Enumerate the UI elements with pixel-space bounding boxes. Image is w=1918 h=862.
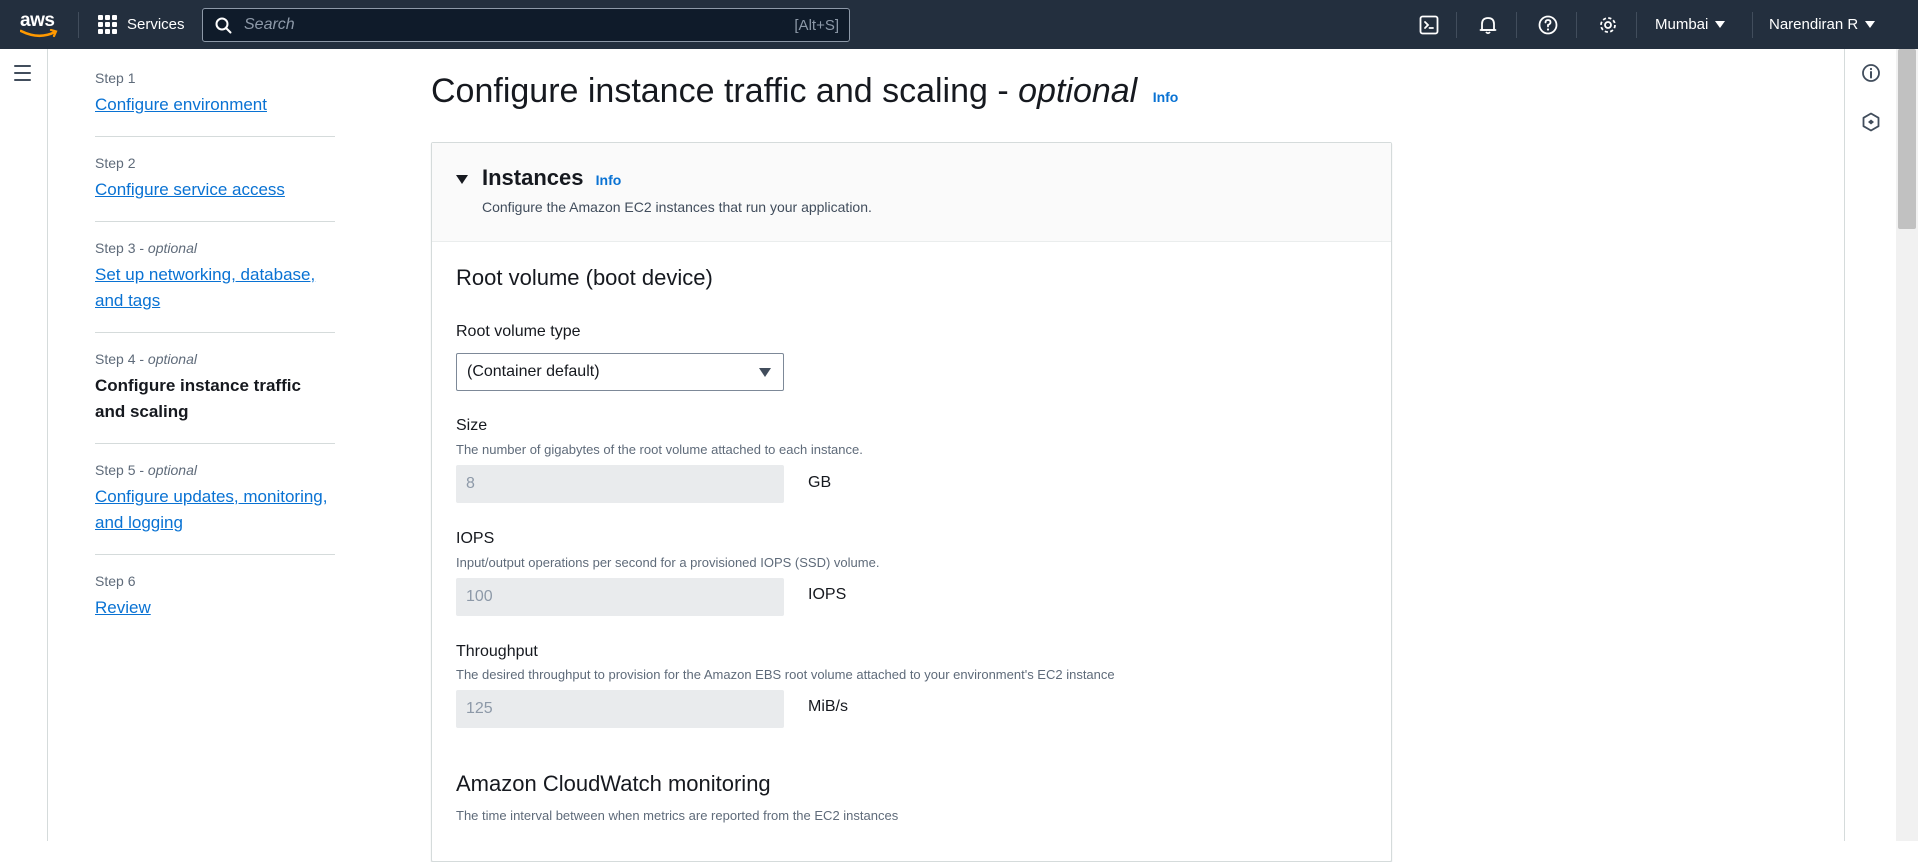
region-selector[interactable]: Mumbai xyxy=(1655,0,1726,49)
instances-panel-header[interactable]: Instances Info Configure the Amazon EC2 … xyxy=(432,143,1391,242)
account-menu[interactable]: Narendiran R xyxy=(1769,0,1876,49)
right-tools-rail xyxy=(1844,49,1897,841)
services-menu-button[interactable]: Services xyxy=(98,0,185,49)
left-rail xyxy=(0,49,48,841)
size-unit: GB xyxy=(808,474,832,491)
size-input[interactable] xyxy=(456,465,784,503)
root-volume-type-select[interactable]: (Container default) xyxy=(456,353,784,391)
size-label: Size xyxy=(456,417,488,434)
step-link-review[interactable]: Review xyxy=(95,595,335,621)
services-grid-icon xyxy=(98,15,117,34)
services-label: Services xyxy=(127,16,185,33)
throughput-label: Throughput xyxy=(456,643,538,660)
top-navigation: aws Services [Alt+S] xyxy=(0,0,1918,49)
info-panel-icon[interactable] xyxy=(1861,63,1881,83)
caret-down-icon xyxy=(1715,21,1726,28)
step-label: Step 3 - optional xyxy=(95,240,197,256)
step-link-updates-monitoring-logging[interactable]: Configure updates, monitoring, and loggi… xyxy=(95,484,335,536)
page-title: Configure instance traffic and scaling -… xyxy=(431,72,1179,110)
wizard-step: Step 1 Configure environment xyxy=(95,70,335,137)
expand-caret-icon[interactable] xyxy=(456,175,468,184)
nav-divider xyxy=(1752,12,1753,38)
wizard-step: Step 3 - optional Set up networking, dat… xyxy=(95,240,335,333)
help-icon[interactable] xyxy=(1535,12,1561,38)
root-volume-type-label: Root volume type xyxy=(456,323,581,340)
aws-logo[interactable]: aws xyxy=(20,10,60,40)
throughput-unit: MiB/s xyxy=(808,698,848,715)
throughput-input[interactable] xyxy=(456,690,784,728)
wizard-step: Step 5 - optional Configure updates, mon… xyxy=(95,462,335,555)
wizard-steps: Step 1 Configure environment Step 2 Conf… xyxy=(95,70,335,657)
step-label: Step 6 xyxy=(95,573,136,589)
search-shortcut-hint: [Alt+S] xyxy=(794,16,839,34)
wizard-step: Step 2 Configure service access xyxy=(95,155,335,222)
search-input[interactable] xyxy=(242,15,795,35)
wizard-step: Step 6 Review xyxy=(95,573,335,639)
caret-down-icon xyxy=(759,367,771,377)
search-icon xyxy=(215,17,232,33)
step-label: Step 2 xyxy=(95,155,136,171)
step-link-configure-environment[interactable]: Configure environment xyxy=(95,92,335,118)
wizard-step: Step 4 - optional Configure instance tra… xyxy=(95,351,335,444)
iops-description: Input/output operations per second for a… xyxy=(456,555,880,570)
tutorial-hexagon-icon[interactable] xyxy=(1861,112,1881,132)
nav-divider xyxy=(1456,12,1457,38)
page-info-link[interactable]: Info xyxy=(1153,89,1179,105)
cloudshell-icon[interactable] xyxy=(1416,12,1442,38)
menu-hamburger-icon[interactable] xyxy=(14,65,31,86)
step-link-configure-service-access[interactable]: Configure service access xyxy=(95,177,335,203)
iops-label: IOPS xyxy=(456,530,495,547)
nav-divider xyxy=(1636,12,1637,38)
iops-unit: IOPS xyxy=(808,586,847,603)
instances-description: Configure the Amazon EC2 instances that … xyxy=(482,199,872,215)
aws-logo-text: aws xyxy=(20,10,55,31)
settings-gear-icon[interactable] xyxy=(1595,12,1621,38)
iops-input[interactable] xyxy=(456,578,784,616)
region-label: Mumbai xyxy=(1655,16,1709,33)
nav-divider xyxy=(1516,12,1517,38)
instances-title[interactable]: Instances Info xyxy=(482,165,621,191)
root-volume-heading: Root volume (boot device) xyxy=(456,265,713,290)
nav-divider xyxy=(1576,12,1577,38)
aws-smile-icon xyxy=(20,29,58,38)
step-label: Step 1 xyxy=(95,70,136,86)
step-label: Step 4 - optional xyxy=(95,351,197,367)
search-bar[interactable]: [Alt+S] xyxy=(202,8,850,42)
instances-panel: Instances Info Configure the Amazon EC2 … xyxy=(431,142,1392,862)
root-volume-type-value: (Container default) xyxy=(467,363,600,380)
throughput-description: The desired throughput to provision for … xyxy=(456,667,1115,682)
step-current-instance-traffic-scaling: Configure instance traffic and scaling xyxy=(95,376,301,421)
size-description: The number of gigabytes of the root volu… xyxy=(456,442,863,457)
instances-info-link[interactable]: Info xyxy=(596,172,622,188)
cloudwatch-description: The time interval between when metrics a… xyxy=(456,808,899,823)
step-link-networking-database-tags[interactable]: Set up networking, database, and tags xyxy=(95,262,325,314)
page-scrollbar-thumb[interactable] xyxy=(1898,49,1916,229)
step-label: Step 5 - optional xyxy=(95,462,197,478)
notifications-bell-icon[interactable] xyxy=(1475,12,1501,38)
nav-divider xyxy=(78,12,79,38)
cloudwatch-heading: Amazon CloudWatch monitoring xyxy=(456,771,771,796)
caret-down-icon xyxy=(1865,21,1876,28)
account-name: Narendiran R xyxy=(1769,16,1859,33)
